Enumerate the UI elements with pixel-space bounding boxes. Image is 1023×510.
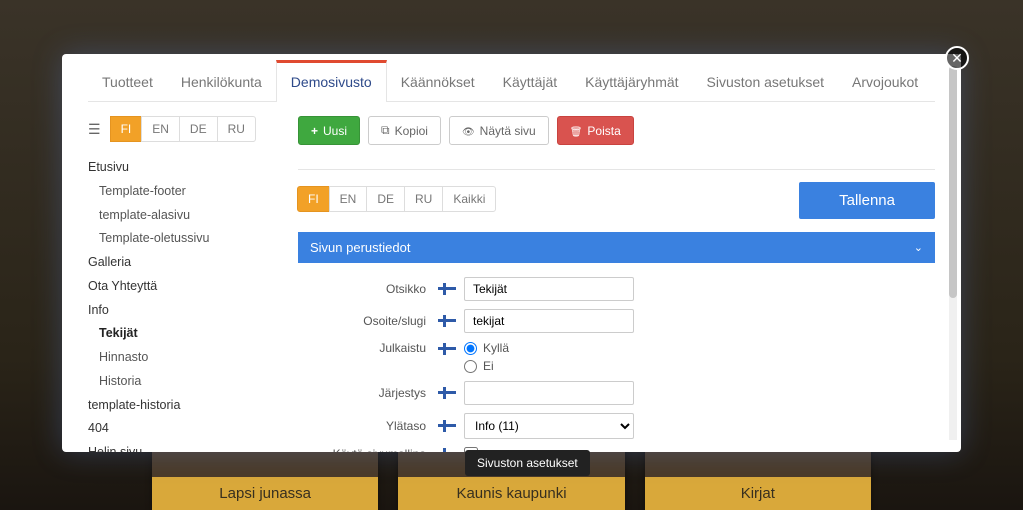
label-order: Järjestys <box>298 386 438 400</box>
tree-item[interactable]: Hinnasto <box>88 346 298 370</box>
plus-icon <box>311 124 318 138</box>
label-parent: Ylätaso <box>298 419 438 433</box>
new-button[interactable]: Uusi <box>298 116 360 145</box>
menu-icon[interactable]: ☰ <box>88 121 101 138</box>
flag-fi-icon <box>438 283 456 295</box>
tree-item[interactable]: Etusivu <box>88 156 298 180</box>
order-input[interactable] <box>464 381 634 405</box>
modal: ✕ Tuotteet Henkilökunta Demosivusto Kään… <box>62 54 961 452</box>
scrollbar[interactable] <box>949 66 957 440</box>
label-published: Julkaistu <box>298 341 438 355</box>
tooltip: Sivuston asetukset <box>465 450 590 476</box>
tab-staff[interactable]: Henkilökunta <box>167 60 276 101</box>
flag-fi-icon <box>438 448 456 452</box>
label-template: Käytä sivumallina <box>298 447 438 452</box>
tree-item[interactable]: Helin sivu <box>88 441 298 452</box>
lang-ru[interactable]: RU <box>217 116 256 142</box>
lang2-de[interactable]: DE <box>366 186 405 212</box>
panel-title: Sivun perustiedot <box>310 240 410 255</box>
flag-fi-icon <box>438 387 456 399</box>
tab-site-settings[interactable]: Sivuston asetukset <box>693 60 839 101</box>
panel-header[interactable]: Sivun perustiedot ⌄ <box>298 232 935 263</box>
close-button[interactable]: ✕ <box>945 46 969 70</box>
page-tree: EtusivuTemplate-footertemplate-alasivuTe… <box>88 156 298 452</box>
flag-fi-icon <box>438 343 456 355</box>
delete-button[interactable]: Poista <box>557 116 634 145</box>
flag-fi-icon <box>438 315 456 327</box>
trash-icon <box>570 124 583 138</box>
tab-usergroups[interactable]: Käyttäjäryhmät <box>571 60 692 101</box>
label-title: Otsikko <box>298 282 438 296</box>
flag-fi-icon <box>438 420 456 432</box>
tree-item[interactable]: Template-footer <box>88 180 298 204</box>
eye-icon <box>462 124 475 138</box>
radio-no[interactable]: Ei <box>464 359 509 373</box>
tree-item[interactable]: 404 <box>88 417 298 441</box>
card-label: Kirjat <box>645 477 871 510</box>
tab-translations[interactable]: Käännökset <box>387 60 489 101</box>
tree-item[interactable]: Ota Yhteyttä <box>88 275 298 299</box>
sidebar: ☰ FI EN DE RU EtusivuTemplate-footertemp… <box>88 116 298 452</box>
slug-input[interactable] <box>464 309 634 333</box>
save-button[interactable]: Tallenna <box>799 182 935 219</box>
tab-users[interactable]: Käyttäjät <box>489 60 571 101</box>
label-slug: Osoite/slugi <box>298 314 438 328</box>
copy-button[interactable]: Kopioi <box>368 116 441 145</box>
tree-item[interactable]: Template-oletussivu <box>88 227 298 251</box>
tab-valuesets[interactable]: Arvojoukot <box>838 60 932 101</box>
card-label: Lapsi junassa <box>152 477 378 510</box>
radio-yes[interactable]: Kyllä <box>464 341 509 355</box>
copy-icon <box>381 123 390 138</box>
show-button[interactable]: Näytä sivu <box>449 116 549 145</box>
chevron-down-icon: ⌄ <box>914 241 923 254</box>
lang-de[interactable]: DE <box>179 116 218 142</box>
lang-en[interactable]: EN <box>141 116 180 142</box>
tab-bar: Tuotteet Henkilökunta Demosivusto Käännö… <box>88 60 935 102</box>
lang2-en[interactable]: EN <box>329 186 368 212</box>
tree-item[interactable]: Galleria <box>88 251 298 275</box>
tree-item[interactable]: template-historia <box>88 394 298 418</box>
lang2-all[interactable]: Kaikki <box>442 186 496 212</box>
tree-item[interactable]: Historia <box>88 370 298 394</box>
lang-fi[interactable]: FI <box>110 116 143 142</box>
title-input[interactable] <box>464 277 634 301</box>
tab-products[interactable]: Tuotteet <box>88 60 167 101</box>
main-panel: Uusi Kopioi Näytä sivu Poista FI EN DE R… <box>298 116 935 452</box>
parent-select[interactable]: Info (11) <box>464 413 634 439</box>
card-label: Kaunis kaupunki <box>398 477 624 510</box>
tree-item[interactable]: Tekijät <box>88 322 298 346</box>
tree-item[interactable]: template-alasivu <box>88 204 298 228</box>
form: Otsikko Osoite/slugi Julkaistu Kyllä <box>298 263 935 452</box>
lang2-fi[interactable]: FI <box>297 186 330 212</box>
tree-item[interactable]: Info <box>88 299 298 323</box>
lang2-ru[interactable]: RU <box>404 186 443 212</box>
tab-demosite[interactable]: Demosivusto <box>276 60 387 102</box>
